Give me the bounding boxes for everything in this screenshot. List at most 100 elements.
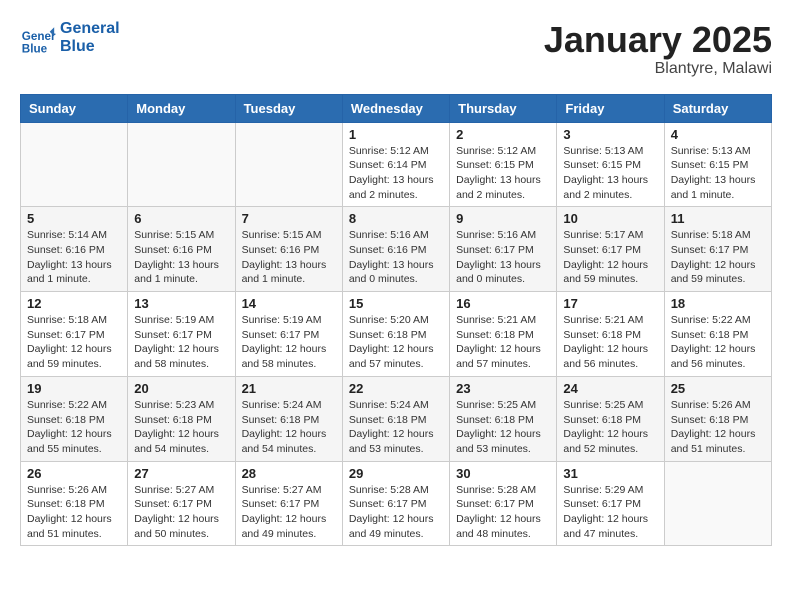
day-info: Sunrise: 5:19 AMSunset: 6:17 PMDaylight:… (134, 313, 228, 372)
month-title: January 2025 (544, 20, 772, 60)
day-info: Sunrise: 5:18 AMSunset: 6:17 PMDaylight:… (27, 313, 121, 372)
calendar-cell: 18Sunrise: 5:22 AMSunset: 6:18 PMDayligh… (664, 292, 771, 377)
calendar-week-row: 1 Sunrise: 5:12 AMSunset: 6:14 PMDaylight… (21, 122, 772, 207)
day-number: 11 (671, 211, 765, 226)
day-number: 7 (242, 211, 336, 226)
day-number: 16 (456, 296, 550, 311)
day-number: 19 (27, 381, 121, 396)
day-info: Sunrise: 5:25 AMSunset: 6:18 PMDaylight:… (563, 398, 657, 457)
calendar-week-row: 5 Sunrise: 5:14 AMSunset: 6:16 PMDaylight… (21, 207, 772, 292)
day-number: 25 (671, 381, 765, 396)
calendar-cell: 13 Sunrise: 5:19 AMSunset: 6:17 PMDayligh… (128, 292, 235, 377)
day-number: 14 (242, 296, 336, 311)
calendar-cell: 8 Sunrise: 5:16 AMSunset: 6:16 PMDaylight… (342, 207, 449, 292)
calendar-cell: 2 Sunrise: 5:12 AMSunset: 6:15 PMDaylight… (450, 122, 557, 207)
calendar-cell: 7 Sunrise: 5:15 AMSunset: 6:16 PMDaylight… (235, 207, 342, 292)
day-info: Sunrise: 5:21 AMSunset: 6:18 PMDaylight:… (563, 313, 657, 372)
day-info: Sunrise: 5:16 AMSunset: 6:16 PMDaylight:… (349, 228, 443, 287)
day-number: 4 (671, 127, 765, 142)
calendar-cell: 19 Sunrise: 5:22 AMSunset: 6:18 PMDayligh… (21, 376, 128, 461)
calendar-cell: 21Sunrise: 5:24 AMSunset: 6:18 PMDayligh… (235, 376, 342, 461)
calendar-week-row: 26Sunrise: 5:26 AMSunset: 6:18 PMDayligh… (21, 461, 772, 546)
weekday-header-wednesday: Wednesday (342, 94, 449, 122)
calendar-cell: 27 Sunrise: 5:27 AMSunset: 6:17 PMDayligh… (128, 461, 235, 546)
calendar-cell: 25 Sunrise: 5:26 AMSunset: 6:18 PMDayligh… (664, 376, 771, 461)
day-number: 18 (671, 296, 765, 311)
day-number: 2 (456, 127, 550, 142)
day-info: Sunrise: 5:13 AMSunset: 6:15 PMDaylight:… (671, 144, 765, 203)
calendar-cell: 15Sunrise: 5:20 AMSunset: 6:18 PMDayligh… (342, 292, 449, 377)
day-number: 3 (563, 127, 657, 142)
calendar-cell: 29Sunrise: 5:28 AMSunset: 6:17 PMDayligh… (342, 461, 449, 546)
day-number: 29 (349, 466, 443, 481)
day-number: 22 (349, 381, 443, 396)
calendar-cell: 31 Sunrise: 5:29 AMSunset: 6:17 PMDayligh… (557, 461, 664, 546)
day-info: Sunrise: 5:12 AMSunset: 6:14 PMDaylight:… (349, 144, 443, 203)
day-number: 9 (456, 211, 550, 226)
calendar-cell: 4 Sunrise: 5:13 AMSunset: 6:15 PMDaylight… (664, 122, 771, 207)
day-info: Sunrise: 5:17 AMSunset: 6:17 PMDaylight:… (563, 228, 657, 287)
day-info: Sunrise: 5:28 AMSunset: 6:17 PMDaylight:… (456, 483, 550, 542)
day-info: Sunrise: 5:15 AMSunset: 6:16 PMDaylight:… (242, 228, 336, 287)
day-info: Sunrise: 5:26 AMSunset: 6:18 PMDaylight:… (671, 398, 765, 457)
day-info: Sunrise: 5:29 AMSunset: 6:17 PMDaylight:… (563, 483, 657, 542)
weekday-header-friday: Friday (557, 94, 664, 122)
location-title: Blantyre, Malawi (544, 60, 772, 78)
day-number: 1 (349, 127, 443, 142)
calendar-cell: 20Sunrise: 5:23 AMSunset: 6:18 PMDayligh… (128, 376, 235, 461)
day-info: Sunrise: 5:19 AMSunset: 6:17 PMDaylight:… (242, 313, 336, 372)
day-number: 28 (242, 466, 336, 481)
calendar-cell (235, 122, 342, 207)
day-info: Sunrise: 5:26 AMSunset: 6:18 PMDaylight:… (27, 483, 121, 542)
day-info: Sunrise: 5:14 AMSunset: 6:16 PMDaylight:… (27, 228, 121, 287)
day-info: Sunrise: 5:18 AMSunset: 6:17 PMDaylight:… (671, 228, 765, 287)
day-info: Sunrise: 5:12 AMSunset: 6:15 PMDaylight:… (456, 144, 550, 203)
logo-text-line1: General (60, 20, 120, 38)
day-number: 31 (563, 466, 657, 481)
calendar-week-row: 19 Sunrise: 5:22 AMSunset: 6:18 PMDayligh… (21, 376, 772, 461)
day-info: Sunrise: 5:20 AMSunset: 6:18 PMDaylight:… (349, 313, 443, 372)
calendar-header-row: SundayMondayTuesdayWednesdayThursdayFrid… (21, 94, 772, 122)
day-info: Sunrise: 5:16 AMSunset: 6:17 PMDaylight:… (456, 228, 550, 287)
weekday-header-thursday: Thursday (450, 94, 557, 122)
day-number: 13 (134, 296, 228, 311)
calendar-cell: 1 Sunrise: 5:12 AMSunset: 6:14 PMDaylight… (342, 122, 449, 207)
day-number: 8 (349, 211, 443, 226)
svg-text:Blue: Blue (22, 42, 48, 55)
day-info: Sunrise: 5:15 AMSunset: 6:16 PMDaylight:… (134, 228, 228, 287)
calendar-cell: 22 Sunrise: 5:24 AMSunset: 6:18 PMDayligh… (342, 376, 449, 461)
day-info: Sunrise: 5:23 AMSunset: 6:18 PMDaylight:… (134, 398, 228, 457)
calendar-cell: 28 Sunrise: 5:27 AMSunset: 6:17 PMDayligh… (235, 461, 342, 546)
weekday-header-monday: Monday (128, 94, 235, 122)
day-number: 17 (563, 296, 657, 311)
calendar-cell: 17 Sunrise: 5:21 AMSunset: 6:18 PMDayligh… (557, 292, 664, 377)
calendar-cell: 30 Sunrise: 5:28 AMSunset: 6:17 PMDayligh… (450, 461, 557, 546)
day-info: Sunrise: 5:24 AMSunset: 6:18 PMDaylight:… (349, 398, 443, 457)
day-info: Sunrise: 5:13 AMSunset: 6:15 PMDaylight:… (563, 144, 657, 203)
day-number: 5 (27, 211, 121, 226)
calendar-cell: 14 Sunrise: 5:19 AMSunset: 6:17 PMDayligh… (235, 292, 342, 377)
calendar-week-row: 12Sunrise: 5:18 AMSunset: 6:17 PMDayligh… (21, 292, 772, 377)
weekday-header-saturday: Saturday (664, 94, 771, 122)
day-info: Sunrise: 5:27 AMSunset: 6:17 PMDaylight:… (134, 483, 228, 542)
calendar-cell (21, 122, 128, 207)
day-info: Sunrise: 5:22 AMSunset: 6:18 PMDaylight:… (27, 398, 121, 457)
day-number: 23 (456, 381, 550, 396)
day-info: Sunrise: 5:25 AMSunset: 6:18 PMDaylight:… (456, 398, 550, 457)
calendar-cell (664, 461, 771, 546)
logo-text-line2: Blue (60, 38, 120, 56)
calendar-cell: 5 Sunrise: 5:14 AMSunset: 6:16 PMDaylight… (21, 207, 128, 292)
day-info: Sunrise: 5:21 AMSunset: 6:18 PMDaylight:… (456, 313, 550, 372)
calendar-cell: 3 Sunrise: 5:13 AMSunset: 6:15 PMDaylight… (557, 122, 664, 207)
calendar-cell (128, 122, 235, 207)
day-number: 27 (134, 466, 228, 481)
calendar-cell: 26Sunrise: 5:26 AMSunset: 6:18 PMDayligh… (21, 461, 128, 546)
day-number: 30 (456, 466, 550, 481)
day-number: 21 (242, 381, 336, 396)
logo-icon: General Blue (20, 20, 56, 56)
day-info: Sunrise: 5:27 AMSunset: 6:17 PMDaylight:… (242, 483, 336, 542)
day-number: 10 (563, 211, 657, 226)
weekday-header-sunday: Sunday (21, 94, 128, 122)
calendar-cell: 16 Sunrise: 5:21 AMSunset: 6:18 PMDayligh… (450, 292, 557, 377)
calendar-cell: 23 Sunrise: 5:25 AMSunset: 6:18 PMDayligh… (450, 376, 557, 461)
